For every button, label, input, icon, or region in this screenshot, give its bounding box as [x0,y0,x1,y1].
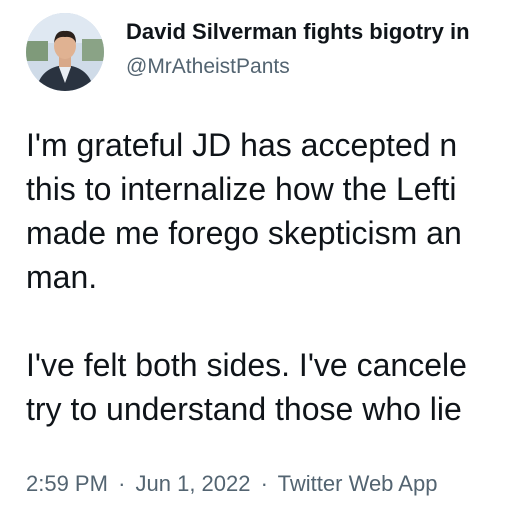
tweet-text-line: I'm grateful JD has accepted n [26,127,458,163]
tweet-text-line: I've felt both sides. I've cancele [26,347,467,383]
meta-separator: · [260,471,268,496]
author-handle[interactable]: @MrAtheistPants [126,55,290,79]
tweet-text-line: man. [26,259,98,295]
author-display-name[interactable]: David Silverman fights bigotry in [126,19,470,45]
avatar-photo [26,13,104,91]
meta-separator: · [118,471,126,496]
tweet: David Silverman fights bigotry in @MrAth… [0,0,520,520]
tweet-text-line: this to internalize how the Lefti [26,171,457,207]
tweet-date[interactable]: Jun 1, 2022 [136,471,251,496]
tweet-source: Twitter Web App [277,471,438,496]
tweet-text: I'm grateful JD has accepted n this to i… [26,123,520,431]
tweet-text-line: made me forego skepticism an [26,215,462,251]
tweet-text-line: try to understand those who lie [26,391,462,427]
avatar[interactable] [26,13,104,91]
tweet-timestamp[interactable]: 2:59 PM [26,471,108,496]
tweet-meta: 2:59 PM · Jun 1, 2022 · Twitter Web App [26,471,437,497]
